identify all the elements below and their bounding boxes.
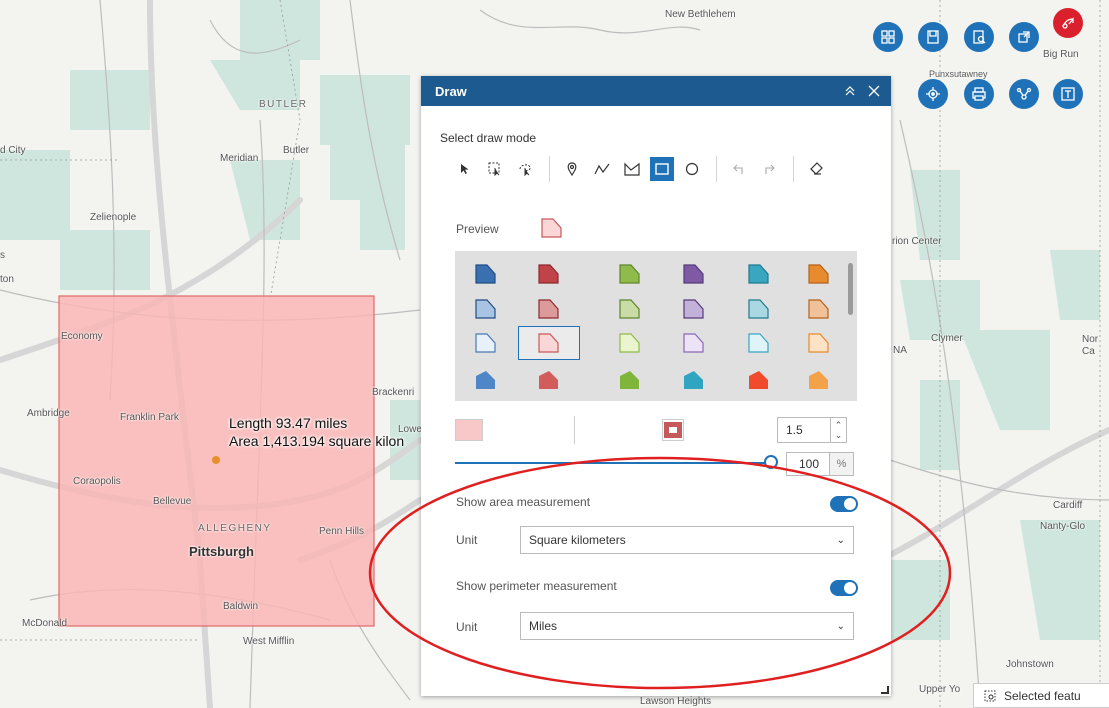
annotation-ellipse	[368, 456, 952, 690]
selected-features-button[interactable]: Selected featu	[973, 683, 1109, 708]
selection-icon	[984, 690, 996, 701]
app-root: New Bethlehem Punxsutawney Big Run BUTLE…	[0, 0, 1109, 708]
selected-features-label: Selected featu	[1004, 688, 1081, 703]
